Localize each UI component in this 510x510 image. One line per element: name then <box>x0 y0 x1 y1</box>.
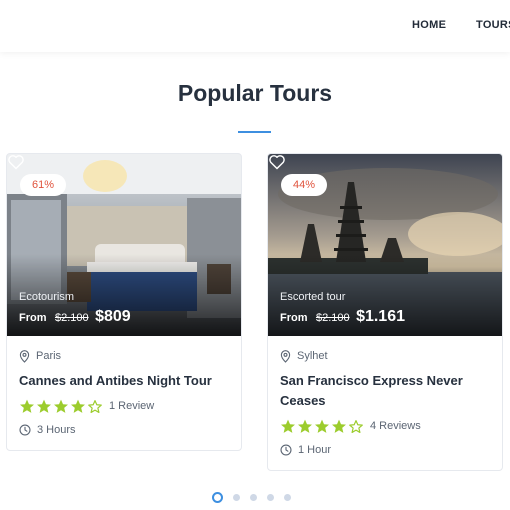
price-from-label: From <box>19 312 47 324</box>
star-full-icon <box>281 419 295 433</box>
review-count: 4 Reviews <box>370 420 421 432</box>
star-rating: 4 Reviews <box>280 417 490 435</box>
location-name: Sylhet <box>297 350 328 362</box>
current-price: $1.161 <box>356 308 405 325</box>
current-price: $809 <box>95 308 131 325</box>
pagination-dot[interactable] <box>250 494 257 501</box>
tour-category: Escorted tour <box>280 291 346 303</box>
clock-icon <box>280 444 292 456</box>
tour-image[interactable]: 61% Ecotourism From $2.100 $809 <box>7 154 241 336</box>
tour-location: Sylhet <box>280 348 490 364</box>
star-full-icon <box>37 399 51 413</box>
pagination-dot[interactable] <box>284 494 291 501</box>
tour-duration: 1 Hour <box>280 442 490 458</box>
title-underline <box>238 131 271 133</box>
map-pin-icon <box>19 349 30 363</box>
tour-title-link[interactable]: Cannes and Antibes Night Tour <box>19 371 229 391</box>
star-full-icon <box>20 399 34 413</box>
star-outline-icon <box>349 419 363 433</box>
star-outline-icon <box>88 399 102 413</box>
tour-title-link[interactable]: San Francisco Express Never Ceases <box>280 371 490 411</box>
price-from-label: From <box>280 312 308 324</box>
star-full-icon <box>71 399 85 413</box>
discount-badge: 44% <box>281 174 327 196</box>
tour-category: Ecotourism <box>19 291 75 303</box>
price-row: From $2.100 $809 <box>19 308 131 326</box>
star-full-icon <box>54 399 68 413</box>
pagination-dot-active[interactable] <box>212 492 223 503</box>
star-full-icon <box>315 419 329 433</box>
card-body: Sylhet San Francisco Express Never Cease… <box>268 336 502 470</box>
location-name: Paris <box>36 350 62 362</box>
tour-duration: 3 Hours <box>19 422 229 438</box>
heart-icon[interactable] <box>7 154 25 170</box>
price-row: From $2.100 $1.161 <box>280 308 405 326</box>
discount-badge: 61% <box>20 174 66 196</box>
star-full-icon <box>298 419 312 433</box>
review-count: 1 Review <box>109 400 155 412</box>
star-rating: 1 Review <box>19 397 229 415</box>
map-pin-icon <box>280 349 291 363</box>
star-full-icon <box>332 419 346 433</box>
pagination-dot[interactable] <box>233 494 240 501</box>
tour-card[interactable]: 44% Escorted tour From $2.100 $1.161 Syl… <box>267 153 503 471</box>
nav-home-link[interactable]: HOME <box>412 19 446 31</box>
heart-icon[interactable] <box>268 154 286 170</box>
clock-icon <box>19 424 31 436</box>
duration-text: 3 Hours <box>37 424 76 436</box>
duration-text: 1 Hour <box>298 444 332 456</box>
pagination-dot[interactable] <box>267 494 274 501</box>
tour-image[interactable]: 44% Escorted tour From $2.100 $1.161 <box>268 154 502 336</box>
card-body: Paris Cannes and Antibes Night Tour 1 Re… <box>7 336 241 450</box>
tour-location: Paris <box>19 348 229 364</box>
tour-card[interactable]: 61% Ecotourism From $2.100 $809 Paris Ca… <box>6 153 242 451</box>
carousel-pagination <box>212 492 301 503</box>
section-title: Popular Tours <box>177 80 333 106</box>
nav-tours-link[interactable]: TOURS <box>476 19 510 31</box>
old-price: $2.100 <box>315 312 350 324</box>
old-price: $2.100 <box>54 312 89 324</box>
top-navigation: HOME TOURS <box>0 0 510 52</box>
